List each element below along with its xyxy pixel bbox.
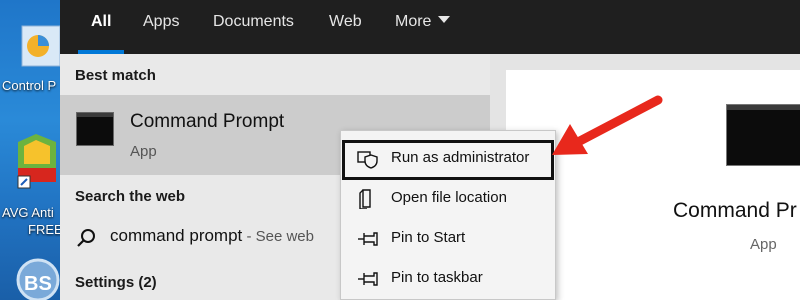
svg-text:BS: BS <box>24 273 52 295</box>
avg-antivirus-label[interactable]: AVG Anti <box>2 205 60 220</box>
web-search-text: command prompt - See web <box>110 226 314 246</box>
best-match-subtitle: App <box>130 143 157 160</box>
preview-subtitle: App <box>750 236 777 253</box>
tab-all[interactable]: All <box>91 12 111 32</box>
menu-item-run-as-administrator[interactable]: Run as administrator <box>341 139 555 180</box>
annotation-arrow-icon <box>552 95 663 155</box>
file-location-icon <box>359 189 371 209</box>
menu-item-open-file-location[interactable]: Open file location <box>341 179 555 219</box>
bluestacks-icon[interactable]: BS <box>16 258 60 300</box>
web-query: command prompt <box>110 226 243 245</box>
desktop-background: Control P AVG Anti FREE BS <box>0 0 60 300</box>
tab-apps[interactable]: Apps <box>143 12 179 32</box>
menu-item-label: Pin to Start <box>391 229 466 246</box>
menu-item-label: Run as administrator <box>391 149 530 166</box>
shield-icon <box>357 151 378 169</box>
web-suffix: - See web <box>242 228 314 245</box>
tab-more-label: More <box>395 13 432 30</box>
pin-icon <box>358 232 378 246</box>
avg-antivirus-label-line2[interactable]: FREE <box>28 222 60 237</box>
search-filter-bar: All Apps Documents Web More <box>60 0 800 54</box>
pin-icon <box>358 272 378 286</box>
context-menu: Run as administrator Open file location … <box>340 130 556 300</box>
control-panel-icon[interactable] <box>18 22 60 72</box>
control-panel-label[interactable]: Control P <box>2 78 60 93</box>
best-match-title: Command Prompt <box>130 111 285 132</box>
menu-item-pin-to-taskbar[interactable]: Pin to taskbar <box>341 259 555 299</box>
search-web-heading: Search the web <box>75 188 186 205</box>
search-icon <box>77 229 95 247</box>
chevron-down-icon <box>438 16 451 23</box>
tab-documents[interactable]: Documents <box>213 12 294 32</box>
command-prompt-icon <box>76 112 114 146</box>
best-match-heading: Best match <box>75 67 156 84</box>
menu-item-label: Pin to taskbar <box>391 269 483 286</box>
menu-item-label: Open file location <box>391 189 507 206</box>
avg-antivirus-icon[interactable] <box>14 132 60 190</box>
command-prompt-preview-icon <box>726 104 800 166</box>
tab-web[interactable]: Web <box>329 12 362 32</box>
menu-item-pin-to-start[interactable]: Pin to Start <box>341 219 555 259</box>
preview-title: Command Pr <box>673 199 797 222</box>
settings-heading: Settings (2) <box>75 274 157 291</box>
tab-more[interactable]: More <box>395 12 451 32</box>
